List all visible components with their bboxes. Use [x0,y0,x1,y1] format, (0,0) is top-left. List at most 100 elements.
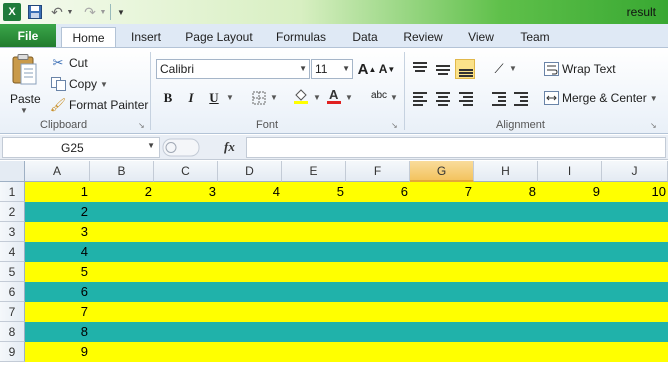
row-header-3[interactable]: 3 [0,222,25,242]
column-header-f[interactable]: F [346,161,410,182]
cell-e1[interactable]: 5 [282,182,346,202]
row-header-8[interactable]: 8 [0,322,25,342]
row-header-6[interactable]: 6 [0,282,25,302]
column-header-d[interactable]: D [218,161,282,182]
font-color-dropdown-icon[interactable]: ▼ [345,93,353,102]
font-size-dropdown-icon[interactable]: ▼ [342,60,350,78]
phonetic-dropdown-icon[interactable]: ▼ [390,93,398,102]
name-box[interactable]: G25 ▼ [2,137,160,158]
bold-button[interactable]: B [159,89,177,107]
font-launcher-icon[interactable]: ↘ [391,121,398,130]
align-center-button[interactable] [433,88,453,108]
cell-a8[interactable]: 8 [25,322,90,342]
alignment-launcher-icon[interactable]: ↘ [650,121,657,130]
excel-logo-icon[interactable]: X [3,3,21,21]
copy-button[interactable]: Copy ▼ [50,75,108,93]
cell-a6[interactable]: 6 [25,282,90,302]
clipboard-launcher-icon[interactable]: ↘ [138,121,145,130]
cell-f1[interactable]: 6 [346,182,410,202]
cell-d1[interactable]: 4 [218,182,282,202]
row-header-4[interactable]: 4 [0,242,25,262]
font-color-button[interactable]: A [325,87,343,105]
phonetic-guide-button[interactable]: abc [368,86,390,104]
row-header-5[interactable]: 5 [0,262,25,282]
paste-button[interactable]: Paste ▼ [6,52,44,118]
cut-button[interactable]: ✂ Cut [50,54,88,72]
column-header-h[interactable]: H [474,161,538,182]
copy-icon [50,76,66,92]
fill-color-button[interactable] [292,87,310,105]
column-header-e[interactable]: E [282,161,346,182]
cell-j1[interactable]: 10 [602,182,668,202]
column-header-b[interactable]: B [90,161,154,182]
tab-data[interactable]: Data [344,27,386,48]
cell-a5[interactable]: 5 [25,262,90,282]
sheet-row: 1 2 3 4 5 6 7 8 9 10 [25,182,668,202]
underline-dropdown-icon[interactable]: ▼ [226,93,234,102]
cell-a2[interactable]: 2 [25,202,90,222]
font-name-combo[interactable]: Calibri ▼ [156,59,310,79]
tab-file[interactable]: File [0,24,56,48]
middle-align-button[interactable] [433,59,453,79]
cell-a9[interactable]: 9 [25,342,90,362]
shrink-font-button[interactable]: A ▼ [378,60,396,78]
row-header-9[interactable]: 9 [0,342,25,362]
save-icon[interactable] [27,3,43,21]
cell-a3[interactable]: 3 [25,222,90,242]
font-name-dropdown-icon[interactable]: ▼ [299,60,307,78]
copy-dropdown-icon[interactable]: ▼ [100,80,108,89]
bottom-align-button[interactable] [455,59,475,79]
font-size-combo[interactable]: 11 ▼ [311,59,353,79]
tab-team[interactable]: Team [514,27,556,48]
column-header-g[interactable]: G [410,161,474,182]
select-all-corner[interactable] [0,161,25,182]
column-header-j[interactable]: J [602,161,668,182]
formula-input[interactable] [246,137,666,158]
merge-center-dropdown-icon[interactable]: ▼ [650,94,658,103]
orientation-dropdown-icon[interactable]: ▼ [509,64,517,73]
cell-a1[interactable]: 1 [25,182,90,202]
undo-icon[interactable]: ↶ [50,3,64,21]
align-right-button[interactable] [456,88,476,108]
align-left-button[interactable] [410,88,430,108]
format-painter-button[interactable]: 🖌 Format Painter [50,96,149,114]
insert-function-icon[interactable]: fx [224,139,235,155]
decrease-indent-button[interactable] [489,88,509,108]
paste-icon [12,54,37,85]
column-header-a[interactable]: A [25,161,90,182]
increase-indent-button[interactable] [511,88,531,108]
tab-insert[interactable]: Insert [124,27,168,48]
grow-font-button[interactable]: A ▲ [358,60,377,78]
customize-quick-access-icon[interactable]: ▼ [116,3,126,21]
wrap-text-button[interactable]: Wrap Text [543,60,616,78]
redo-dropdown-icon[interactable]: ▼ [99,3,107,21]
merge-center-button[interactable]: Merge & Center ▼ [543,89,658,107]
cell-c1[interactable]: 3 [154,182,218,202]
cell-a4[interactable]: 4 [25,242,90,262]
underline-button[interactable]: U [205,89,223,107]
row-header-2[interactable]: 2 [0,202,25,222]
italic-button[interactable]: I [182,89,200,107]
undo-dropdown-icon[interactable]: ▼ [66,3,74,21]
row-header-1[interactable]: 1 [0,182,25,202]
row-header-7[interactable]: 7 [0,302,25,322]
borders-dropdown-icon[interactable]: ▼ [270,93,278,102]
cell-a7[interactable]: 7 [25,302,90,322]
cell-g1[interactable]: 7 [410,182,474,202]
cell-h1[interactable]: 8 [474,182,538,202]
tab-view[interactable]: View [460,27,502,48]
tab-home[interactable]: Home [61,27,116,48]
name-box-dropdown-icon[interactable]: ▼ [147,141,155,150]
tab-review[interactable]: Review [398,27,448,48]
column-header-c[interactable]: C [154,161,218,182]
tab-formulas[interactable]: Formulas [270,27,332,48]
redo-icon[interactable]: ↷ [83,3,97,21]
borders-button[interactable] [250,89,268,107]
cell-i1[interactable]: 9 [538,182,602,202]
fill-color-dropdown-icon[interactable]: ▼ [313,93,321,102]
cell-b1[interactable]: 2 [90,182,154,202]
orientation-button[interactable]: ⟋ [490,60,508,78]
tab-page-layout[interactable]: Page Layout [180,27,258,48]
column-header-i[interactable]: I [538,161,602,182]
top-align-button[interactable] [410,59,430,79]
